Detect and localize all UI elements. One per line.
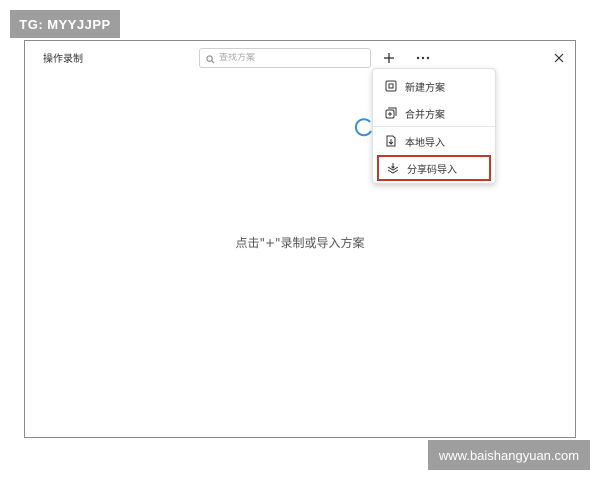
menu-item-merge-plan[interactable]: 合并方案: [377, 100, 491, 126]
local-import-icon: [385, 135, 397, 147]
add-dropdown-menu: 新建方案 合并方案 本地导入 分享码导入: [372, 68, 496, 184]
search-icon: [206, 49, 215, 68]
more-dots-icon: [416, 56, 430, 60]
merge-plan-icon: [385, 107, 397, 119]
share-code-import-icon: [387, 162, 399, 174]
watermark-top: TG: MYYJJPP: [10, 10, 120, 38]
menu-item-label: 新建方案: [405, 82, 445, 94]
search-box[interactable]: [199, 48, 371, 68]
watermark-bottom: www.baishangyuan.com: [428, 440, 590, 470]
more-button[interactable]: [413, 48, 433, 68]
menu-item-label: 合并方案: [405, 109, 445, 121]
close-icon: [554, 53, 564, 63]
menu-item-label: 本地导入: [405, 137, 445, 149]
window-title: 操作录制: [43, 54, 83, 65]
menu-item-share-code-import[interactable]: 分享码导入: [377, 155, 491, 181]
add-button[interactable]: [379, 48, 399, 68]
close-button[interactable]: [549, 48, 569, 68]
menu-divider: [373, 126, 495, 127]
empty-state-hint: 点击"+"录制或导入方案: [235, 236, 365, 250]
menu-item-new-plan[interactable]: 新建方案: [377, 73, 491, 99]
menu-item-label: 分享码导入: [407, 164, 457, 176]
new-plan-icon: [385, 80, 397, 92]
menu-item-local-import[interactable]: 本地导入: [377, 128, 491, 154]
plus-icon: [384, 53, 394, 63]
search-input[interactable]: [219, 53, 359, 63]
